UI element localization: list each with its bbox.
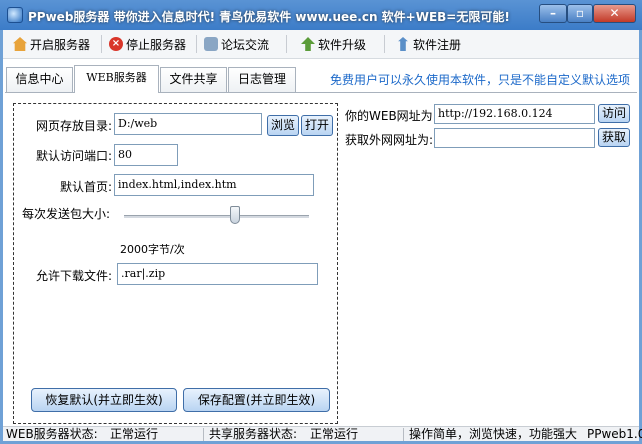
fetch-button[interactable]: 获取 bbox=[598, 128, 630, 147]
download-types-input[interactable]: .rar|.zip bbox=[117, 263, 318, 285]
toolbar-divider bbox=[286, 35, 287, 53]
app-window: PPweb服务器 带你进入信息时代! 青鸟优易软件 www.uee.cn 软件+… bbox=[0, 0, 642, 444]
external-address-label: 获取外网网址为: bbox=[345, 133, 434, 147]
close-button[interactable]: ✕ bbox=[593, 4, 636, 23]
forum-label: 论坛交流 bbox=[221, 37, 270, 52]
maximize-button[interactable]: ▫ bbox=[567, 4, 593, 23]
dir-label: 网页存放目录: bbox=[36, 119, 113, 133]
stop-icon: × bbox=[109, 37, 123, 51]
download-types-label: 允许下载文件: bbox=[36, 269, 113, 283]
stop-server-button[interactable]: × 停止服务器 bbox=[109, 35, 186, 53]
web-status-value: 正常运行 bbox=[110, 427, 159, 441]
promo-notice: 免费用户可以永久使用本软件，只是不能自定义默认选项 bbox=[330, 73, 631, 87]
web-dir-input[interactable]: D:/web bbox=[114, 113, 262, 135]
browse-button[interactable]: 浏览 bbox=[267, 115, 299, 136]
upgrade-label: 软件升级 bbox=[318, 37, 367, 52]
chat-icon bbox=[204, 37, 218, 51]
register-button[interactable]: 软件注册 bbox=[396, 35, 461, 53]
web-address-input[interactable]: http://192.168.0.124 bbox=[434, 104, 595, 124]
status-divider bbox=[203, 428, 204, 441]
tab-info-center[interactable]: 信息中心 bbox=[6, 67, 73, 92]
web-server-panel: 网页存放目录: D:/web 浏览 打开 默认访问端口: 80 默认首页: in… bbox=[5, 92, 637, 429]
share-status-value: 正常运行 bbox=[310, 427, 359, 441]
port-label: 默认访问端口: bbox=[36, 149, 113, 163]
app-logo-icon bbox=[7, 7, 23, 23]
slogan-text: 操作简单，浏览快速，功能强大 bbox=[409, 427, 578, 441]
toolbar: 开启服务器 × 停止服务器 论坛交流 软件升级 软件注册 bbox=[3, 30, 639, 59]
window-title: PPweb服务器 带你进入信息时代! 青鸟优易软件 www.uee.cn 软件+… bbox=[28, 10, 510, 24]
start-server-label: 开启服务器 bbox=[30, 37, 91, 52]
title-bar[interactable]: PPweb服务器 带你进入信息时代! 青鸟优易软件 www.uee.cn 软件+… bbox=[0, 0, 642, 30]
share-status-label: 共享服务器状态: bbox=[209, 427, 298, 441]
client-area: 开启服务器 × 停止服务器 论坛交流 软件升级 软件注册 信息中心 WEB服务器… bbox=[3, 30, 642, 441]
version-text: PPweb1.0 bbox=[587, 427, 642, 441]
external-address-input[interactable] bbox=[434, 128, 595, 148]
minimize-button[interactable]: – bbox=[539, 4, 567, 23]
tab-file-share[interactable]: 文件共享 bbox=[160, 67, 227, 92]
toolbar-divider bbox=[101, 35, 102, 53]
tab-web-server[interactable]: WEB服务器 bbox=[74, 65, 159, 93]
packet-size-slider-track[interactable] bbox=[124, 215, 309, 218]
web-status-label: WEB服务器状态: bbox=[6, 427, 98, 441]
homepage-input[interactable]: index.html,index.htm bbox=[114, 174, 314, 196]
port-input[interactable]: 80 bbox=[114, 144, 178, 166]
visit-button[interactable]: 访问 bbox=[598, 104, 630, 123]
status-divider bbox=[403, 428, 404, 441]
restore-defaults-button[interactable]: 恢复默认(并立即生效) bbox=[31, 388, 177, 412]
stop-server-label: 停止服务器 bbox=[126, 37, 187, 52]
upgrade-button[interactable]: 软件升级 bbox=[301, 35, 366, 53]
toolbar-divider bbox=[196, 35, 197, 53]
tab-log-manage[interactable]: 日志管理 bbox=[228, 67, 296, 92]
home-icon bbox=[13, 37, 27, 51]
toolbar-divider bbox=[384, 35, 385, 53]
upgrade-icon bbox=[301, 37, 315, 51]
register-icon bbox=[398, 37, 408, 51]
status-bar: WEB服务器状态: 正常运行 共享服务器状态: 正常运行 操作简单，浏览快速，功… bbox=[3, 426, 642, 441]
web-address-label: 你的WEB网址为: bbox=[345, 109, 437, 123]
packet-size-value: 2000字节/次 bbox=[120, 243, 185, 256]
packet-size-label: 每次发送包大小: bbox=[22, 207, 111, 221]
register-label: 软件注册 bbox=[413, 37, 462, 52]
start-server-button[interactable]: 开启服务器 bbox=[13, 35, 90, 53]
packet-size-slider-thumb[interactable] bbox=[230, 206, 240, 224]
save-config-button[interactable]: 保存配置(并立即生效) bbox=[183, 388, 330, 412]
homepage-label: 默认首页: bbox=[60, 180, 113, 194]
open-button[interactable]: 打开 bbox=[301, 115, 333, 136]
forum-button[interactable]: 论坛交流 bbox=[204, 35, 269, 53]
settings-group: 网页存放目录: D:/web 浏览 打开 默认访问端口: 80 默认首页: in… bbox=[13, 103, 338, 424]
